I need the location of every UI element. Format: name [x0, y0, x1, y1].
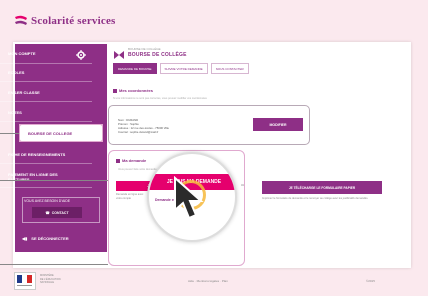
phone-icon: ☎	[45, 210, 50, 215]
logo-mark-icon	[14, 14, 28, 28]
coords-line: Courriel : sophie.durand@mail.fr	[118, 130, 159, 134]
sidebar-item-label: ECOLES	[8, 70, 25, 75]
footer-links[interactable]: Aide · Mentions légales · Plan	[188, 279, 228, 283]
sidebar-item-label: FICHE DE RENSEIGNEMENTS	[8, 152, 66, 157]
contact-button-label: CONTACT	[51, 210, 69, 215]
coords-section-heading: Mes coordonnées	[113, 88, 153, 93]
download-form-button[interactable]: JE TÉLÉCHARGE LE FORMULAIRE PAPIER	[262, 181, 382, 194]
download-note: Imprimez le formulaire de demande et le …	[262, 197, 369, 200]
tab-demande[interactable]: DEMANDE DE BOURSE	[113, 63, 157, 74]
tab-suivi[interactable]: SUIVRE VOTRE DEMANDE	[159, 63, 208, 74]
ministry-text: MINISTÈRE DE L'ÉDUCATION NATIONALE	[40, 274, 61, 285]
mouse-cursor-icon	[171, 175, 211, 222]
tab-label: DEMANDE DE BOURSE	[118, 66, 152, 71]
brand-name: Scolarité services	[31, 15, 116, 27]
republique-francaise-logo	[14, 272, 36, 290]
contact-title: VOUS AVEZ BESOIN D'AIDE	[24, 199, 71, 203]
tab-contact[interactable]: NOUS CONTACTER	[210, 63, 249, 74]
sidebar-highlight-frame	[19, 124, 103, 142]
logout-link[interactable]: ◀▮ SE DÉCONNECTER	[22, 236, 69, 241]
contact-button[interactable]: ☎ CONTACT	[32, 207, 82, 218]
connector-line	[0, 133, 19, 134]
sidebar-item-label: EN 1ER CLASSE	[8, 90, 40, 95]
footer-version: ©2015	[366, 279, 375, 283]
brand-logo[interactable]: Scolarité services	[14, 14, 116, 28]
connector-line	[0, 180, 108, 181]
logout-icon: ◀▮	[22, 236, 28, 241]
sidebar-item-classe[interactable]: EN 1ER CLASSE	[0, 84, 92, 102]
sidebar-item-fiche[interactable]: FICHE DE RENSEIGNEMENTS	[0, 146, 92, 164]
breadcrumb[interactable]: BOURSE DE COLLÈGE	[128, 47, 161, 51]
sidebar-item-paiement[interactable]: PAIEMENT EN LIGNE DES FACTURES	[0, 166, 92, 188]
sidebar-item-ecoles[interactable]: ECOLES	[0, 64, 92, 82]
sidebar-item-notes[interactable]: NOTES	[0, 104, 92, 122]
connector-line	[0, 264, 108, 265]
intro-text: Si vos informations ne sont pas correcte…	[113, 97, 207, 100]
bullet-icon	[113, 88, 117, 93]
page-title: BOURSE DE COLLÈGE	[128, 52, 187, 58]
tab-bar: DEMANDE DE BOURSE SUIVRE VOTRE DEMANDE N…	[113, 63, 249, 74]
ministry-line: NATIONALE	[40, 281, 54, 284]
gear-icon[interactable]	[76, 47, 86, 60]
tab-label: SUIVRE VOTRE DEMANDE	[164, 66, 203, 71]
coords-block: Nom : DURAND Prénom : Sophie Adresse : 1…	[118, 118, 169, 134]
school-cap-icon	[113, 48, 125, 60]
coords-section-title: Mes coordonnées	[119, 88, 154, 93]
sidebar-item-label: NOTES	[8, 110, 22, 115]
sidebar-item-label: MON COMPTE	[8, 51, 36, 56]
tab-label: NOUS CONTACTER	[215, 66, 244, 71]
logout-label: SE DÉCONNECTER	[31, 236, 69, 241]
header: Scolarité services	[0, 0, 428, 46]
modify-button[interactable]: MODIFIER	[253, 118, 303, 131]
